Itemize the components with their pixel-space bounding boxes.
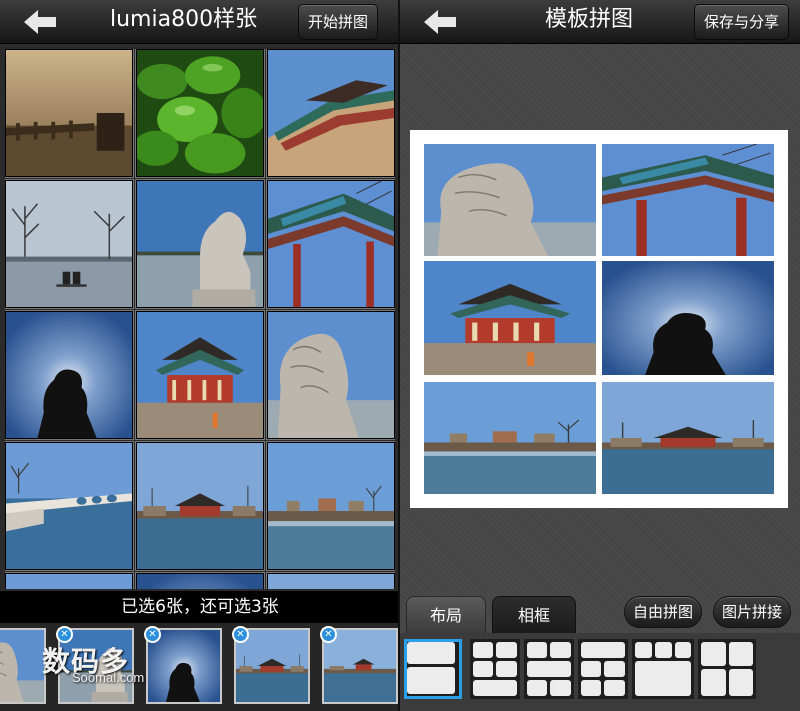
layout-cell — [473, 642, 493, 658]
selected-photo-thumb[interactable]: ✕ — [232, 626, 310, 704]
layout-cell — [581, 642, 625, 658]
layout-cell — [527, 680, 547, 696]
collage-editor-pane: 模板拼图 保存与分享 布局 相框 自由拼图 图片拼接 — [400, 0, 800, 711]
save-share-button[interactable]: 保存与分享 — [694, 4, 790, 40]
layout-cell — [729, 669, 753, 696]
collage-canvas[interactable] — [410, 130, 788, 508]
layout-cell — [701, 642, 726, 666]
layout-cell — [675, 642, 691, 658]
layout-cell — [496, 642, 517, 658]
layout-cell — [701, 669, 726, 696]
collage-photo-slot[interactable] — [602, 261, 774, 375]
photo-grid — [5, 49, 395, 589]
layout-template-option[interactable] — [470, 639, 520, 699]
selected-photo-thumb[interactable]: ✕ — [320, 626, 398, 704]
collage-photo-slot[interactable] — [424, 382, 596, 494]
collage-photo-slot[interactable] — [602, 144, 774, 256]
selection-status: 已选6张，还可选3张 — [0, 591, 400, 623]
selected-photo-thumb[interactable] — [0, 628, 46, 704]
editor-top-bar: 模板拼图 保存与分享 — [400, 0, 800, 44]
photo-thumbnail[interactable] — [135, 441, 265, 571]
photo-thumbnail[interactable] — [266, 49, 395, 178]
watermark-en: Soomal.com — [72, 670, 145, 685]
photo-thumbnail[interactable] — [135, 49, 265, 178]
collage-photo-slot[interactable] — [424, 144, 596, 256]
layout-template-option[interactable] — [698, 639, 756, 699]
remove-photo-icon[interactable]: ✕ — [144, 626, 161, 643]
layout-cell — [635, 642, 652, 658]
photo-thumbnail[interactable] — [266, 179, 395, 309]
layout-cell — [635, 661, 691, 696]
layout-cell — [581, 661, 601, 677]
layout-cell — [655, 642, 672, 658]
free-collage-button[interactable]: 自由拼图 — [624, 596, 703, 628]
collage-photo-slot[interactable] — [424, 261, 596, 375]
layout-cell — [473, 661, 493, 677]
selected-photos-tray[interactable]: ✕ ✕ ✕ ✕ 数码多 Soomal.com — [0, 623, 400, 711]
photo-thumbnail[interactable] — [135, 572, 265, 589]
selected-photo-thumb[interactable]: ✕ — [144, 626, 222, 704]
layout-cell — [550, 680, 571, 696]
layout-template-option[interactable] — [578, 639, 628, 699]
photo-thumbnail[interactable] — [266, 572, 395, 589]
layout-cell — [407, 667, 455, 694]
tab-frame[interactable]: 相框 — [492, 596, 576, 634]
layout-template-option[interactable] — [632, 639, 694, 699]
photo-thumbnail[interactable] — [5, 179, 134, 309]
layout-cell — [407, 642, 455, 664]
collage-photo-slot[interactable] — [602, 382, 774, 494]
photo-thumbnail[interactable] — [5, 572, 134, 589]
remove-photo-icon[interactable]: ✕ — [232, 626, 249, 643]
layout-cell — [581, 680, 601, 696]
photo-stitch-button[interactable]: 图片拼接 — [713, 596, 792, 628]
layout-cell — [496, 661, 517, 677]
editor-title: 模板拼图 — [545, 7, 634, 32]
back-arrow-icon[interactable] — [22, 8, 58, 36]
app-root: lumia800样张 开始拼图 已选6张，还可选3张 ✕ ✕ ✕ ✕ 数码多 Soom… — [0, 0, 800, 711]
layout-cell — [527, 642, 547, 658]
layout-cell — [550, 642, 571, 658]
photo-thumbnail[interactable] — [5, 441, 134, 571]
picker-top-bar: lumia800样张 开始拼图 — [0, 0, 400, 44]
photo-picker-pane: lumia800样张 开始拼图 已选6张，还可选3张 ✕ ✕ ✕ ✕ 数码多 Soom… — [0, 0, 400, 711]
layout-cell — [729, 642, 753, 666]
photo-thumbnail[interactable] — [5, 49, 134, 178]
layout-cell — [473, 680, 517, 696]
photo-thumbnail[interactable] — [5, 310, 134, 440]
layout-cell — [604, 661, 625, 677]
photo-thumbnail[interactable] — [266, 310, 395, 440]
layout-cell — [527, 661, 571, 677]
photo-thumbnail[interactable] — [266, 441, 395, 571]
layout-template-option[interactable] — [524, 639, 574, 699]
album-title: lumia800样张 — [110, 7, 258, 32]
photo-thumbnail[interactable] — [135, 179, 265, 309]
tab-layout[interactable]: 布局 — [406, 596, 486, 634]
layout-template-option[interactable] — [404, 639, 462, 699]
back-arrow-icon[interactable] — [422, 8, 458, 36]
layout-options-panel — [400, 633, 800, 711]
soomal-watermark: 数码多 Soomal.com — [42, 640, 144, 685]
remove-photo-icon[interactable]: ✕ — [320, 626, 337, 643]
layout-cell — [604, 680, 625, 696]
start-collage-button[interactable]: 开始拼图 — [298, 4, 379, 40]
photo-thumbnail[interactable] — [135, 310, 265, 440]
